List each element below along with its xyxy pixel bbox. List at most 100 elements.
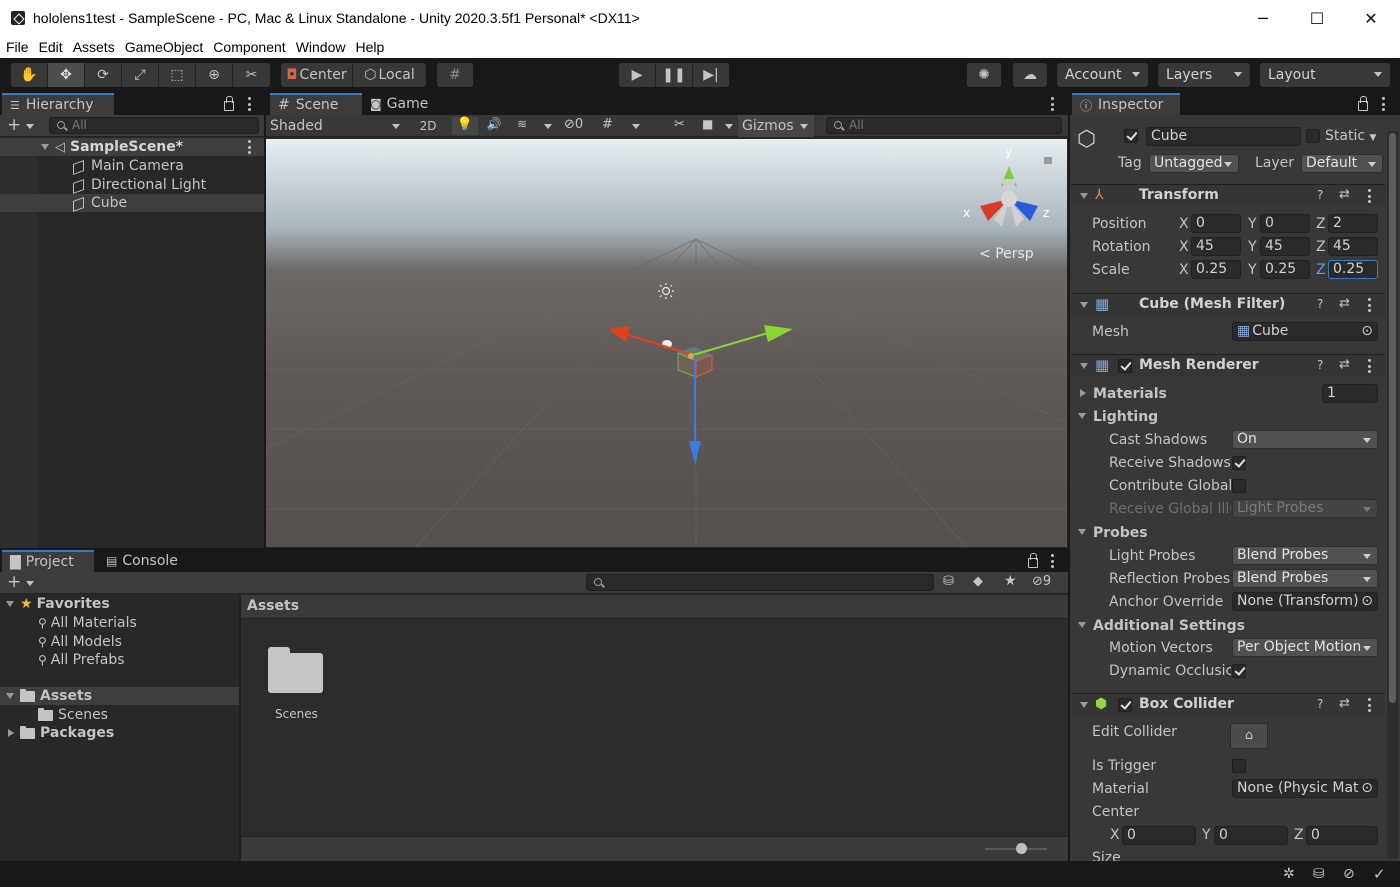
- expand-arrow-icon[interactable]: [1078, 413, 1086, 419]
- tag-dropdown[interactable]: Untagged: [1149, 154, 1239, 173]
- preset-icon[interactable]: ⇄: [1339, 357, 1350, 372]
- assets-row[interactable]: Assets: [0, 687, 239, 705]
- hidden-packages-toggle[interactable]: ⊘9: [1032, 574, 1051, 589]
- lighting-label[interactable]: Lighting: [1093, 409, 1158, 425]
- kebab-menu-icon[interactable]: [1050, 554, 1054, 568]
- expand-arrow-icon[interactable]: [6, 601, 14, 607]
- lock-icon[interactable]: [1358, 96, 1368, 111]
- contribute-gi-checkbox[interactable]: [1232, 479, 1246, 493]
- preset-icon[interactable]: ⇄: [1339, 696, 1350, 711]
- rect-tool-icon[interactable]: ⬚: [159, 63, 196, 87]
- kebab-menu-icon[interactable]: [247, 97, 251, 111]
- favorites-row[interactable]: ★ Favorites: [0, 595, 239, 613]
- step-button-icon[interactable]: ▶|: [693, 63, 729, 87]
- favorite-star-icon[interactable]: ★: [1004, 573, 1017, 589]
- scenes-folder-tile[interactable]: [267, 647, 323, 693]
- additional-settings-label[interactable]: Additional Settings: [1093, 618, 1245, 634]
- materials-count-field[interactable]: 1: [1322, 384, 1378, 403]
- auto-generate-lighting-icon[interactable]: ⊘: [1343, 866, 1355, 882]
- layer-dropdown[interactable]: Default: [1301, 154, 1383, 173]
- dynamic-occlusion-checkbox[interactable]: [1232, 664, 1246, 678]
- custom-tool-icon[interactable]: ✂: [233, 63, 270, 87]
- x-arrow-icon[interactable]: [608, 326, 630, 342]
- orientation-gizmo[interactable]: [980, 157, 1052, 227]
- mesh-object-field[interactable]: ▦ Cube ⊙: [1232, 322, 1378, 341]
- scene-search-input[interactable]: All: [826, 117, 1062, 134]
- reflection-probes-dropdown[interactable]: Blend Probes: [1232, 569, 1378, 588]
- object-name-field[interactable]: Cube: [1146, 127, 1301, 146]
- edit-collider-button[interactable]: ⌂: [1230, 723, 1268, 749]
- audio-toggle-icon[interactable]: 🔊: [484, 117, 504, 135]
- scale-y-field[interactable]: 0.25: [1260, 260, 1310, 279]
- rotation-y-field[interactable]: 45: [1260, 237, 1310, 256]
- active-checkbox[interactable]: [1124, 129, 1138, 143]
- menu-window[interactable]: Window: [293, 39, 350, 55]
- chevron-down-icon[interactable]: [26, 581, 34, 586]
- scene-row[interactable]: ◁ SampleScene*: [0, 138, 264, 156]
- lighting-toggle-icon[interactable]: 💡: [452, 117, 478, 135]
- menu-file[interactable]: File: [3, 39, 33, 55]
- menu-component[interactable]: Component: [210, 39, 289, 55]
- object-picker-icon[interactable]: ⊙: [1361, 323, 1373, 340]
- preset-icon[interactable]: ⇄: [1339, 296, 1350, 311]
- tab-scene[interactable]: # Scene: [270, 93, 362, 115]
- pivot-handle[interactable]: [688, 353, 694, 359]
- tab-hierarchy[interactable]: ☰ Hierarchy: [2, 93, 114, 115]
- hierarchy-item[interactable]: Directional Light: [0, 176, 264, 194]
- collapse-arrow-icon[interactable]: [1080, 389, 1086, 397]
- lock-icon[interactable]: [1028, 553, 1038, 568]
- inspector-scrollbar[interactable]: [1387, 131, 1398, 859]
- kebab-menu-icon[interactable]: [1367, 189, 1371, 203]
- expand-arrow-icon[interactable]: [1078, 529, 1086, 535]
- position-y-field[interactable]: 0: [1260, 214, 1310, 233]
- collab-icon[interactable]: ✺: [967, 63, 1001, 87]
- light-probes-dropdown[interactable]: Blend Probes: [1232, 546, 1378, 565]
- favorite-item[interactable]: ⚲ All Prefabs: [0, 651, 239, 669]
- expand-arrow-icon[interactable]: [1080, 302, 1088, 308]
- rotation-x-field[interactable]: 45: [1191, 237, 1241, 256]
- 2d-toggle[interactable]: 2D: [412, 115, 444, 137]
- help-icon[interactable]: ?: [1317, 188, 1323, 202]
- scale-x-field[interactable]: 0.25: [1191, 260, 1241, 279]
- layers-dropdown[interactable]: Layers: [1158, 63, 1250, 87]
- anchor-override-field[interactable]: None (Transform) ⊙: [1232, 592, 1378, 611]
- center-y-field[interactable]: 0: [1214, 826, 1288, 845]
- transform-header[interactable]: ⅄ Transform ? ⇄: [1071, 184, 1385, 206]
- kebab-menu-icon[interactable]: [1050, 97, 1054, 111]
- tools-icon[interactable]: ✂: [674, 117, 694, 135]
- cast-shadows-dropdown[interactable]: On: [1232, 430, 1378, 449]
- kebab-menu-icon[interactable]: [1381, 97, 1385, 111]
- progress-check-icon[interactable]: ✓: [1373, 865, 1386, 883]
- expand-arrow-icon[interactable]: [1078, 622, 1086, 628]
- chevron-down-icon[interactable]: [632, 124, 640, 129]
- scene-viewport[interactable]: y x z < Persp: [266, 139, 1067, 547]
- favorite-item[interactable]: ⚲ All Materials: [0, 614, 239, 632]
- mesh-renderer-header[interactable]: ▦ Mesh Renderer ? ⇄: [1071, 354, 1385, 376]
- expand-arrow-icon[interactable]: [1080, 193, 1088, 199]
- x-axis-handle[interactable]: [624, 333, 694, 356]
- bug-icon[interactable]: ✲: [1283, 866, 1295, 882]
- kebab-menu-icon[interactable]: [1367, 298, 1371, 312]
- center-z-field[interactable]: 0: [1306, 826, 1378, 845]
- rotation-z-field[interactable]: 45: [1328, 237, 1378, 256]
- kebab-menu-icon[interactable]: [1367, 698, 1371, 712]
- menu-edit[interactable]: Edit: [36, 39, 67, 55]
- scale-z-field[interactable]: 0.25: [1328, 260, 1378, 279]
- hand-tool-icon[interactable]: ✋: [11, 63, 48, 87]
- add-icon[interactable]: +: [7, 572, 21, 592]
- scrollbar-thumb[interactable]: [1389, 133, 1396, 703]
- lock-icon[interactable]: [1044, 157, 1052, 164]
- perspective-toggle[interactable]: < Persp: [979, 246, 1034, 262]
- position-x-field[interactable]: 0: [1191, 214, 1241, 233]
- move-tool-icon[interactable]: ✥: [48, 63, 85, 87]
- lock-icon[interactable]: [224, 96, 234, 111]
- receive-shadows-checkbox[interactable]: [1232, 456, 1246, 470]
- hierarchy-item[interactable]: Main Camera: [0, 157, 264, 175]
- tab-project[interactable]: ▇ Project: [2, 550, 94, 572]
- tab-console[interactable]: ▤ Console: [98, 550, 190, 572]
- cache-server-icon[interactable]: ⛁: [1313, 866, 1325, 882]
- scale-tool-icon[interactable]: ⤢: [122, 63, 159, 87]
- cloud-icon[interactable]: ☁: [1013, 63, 1047, 87]
- layout-dropdown[interactable]: Layout: [1260, 63, 1390, 87]
- hidden-objects-toggle[interactable]: ⊘0: [564, 117, 594, 135]
